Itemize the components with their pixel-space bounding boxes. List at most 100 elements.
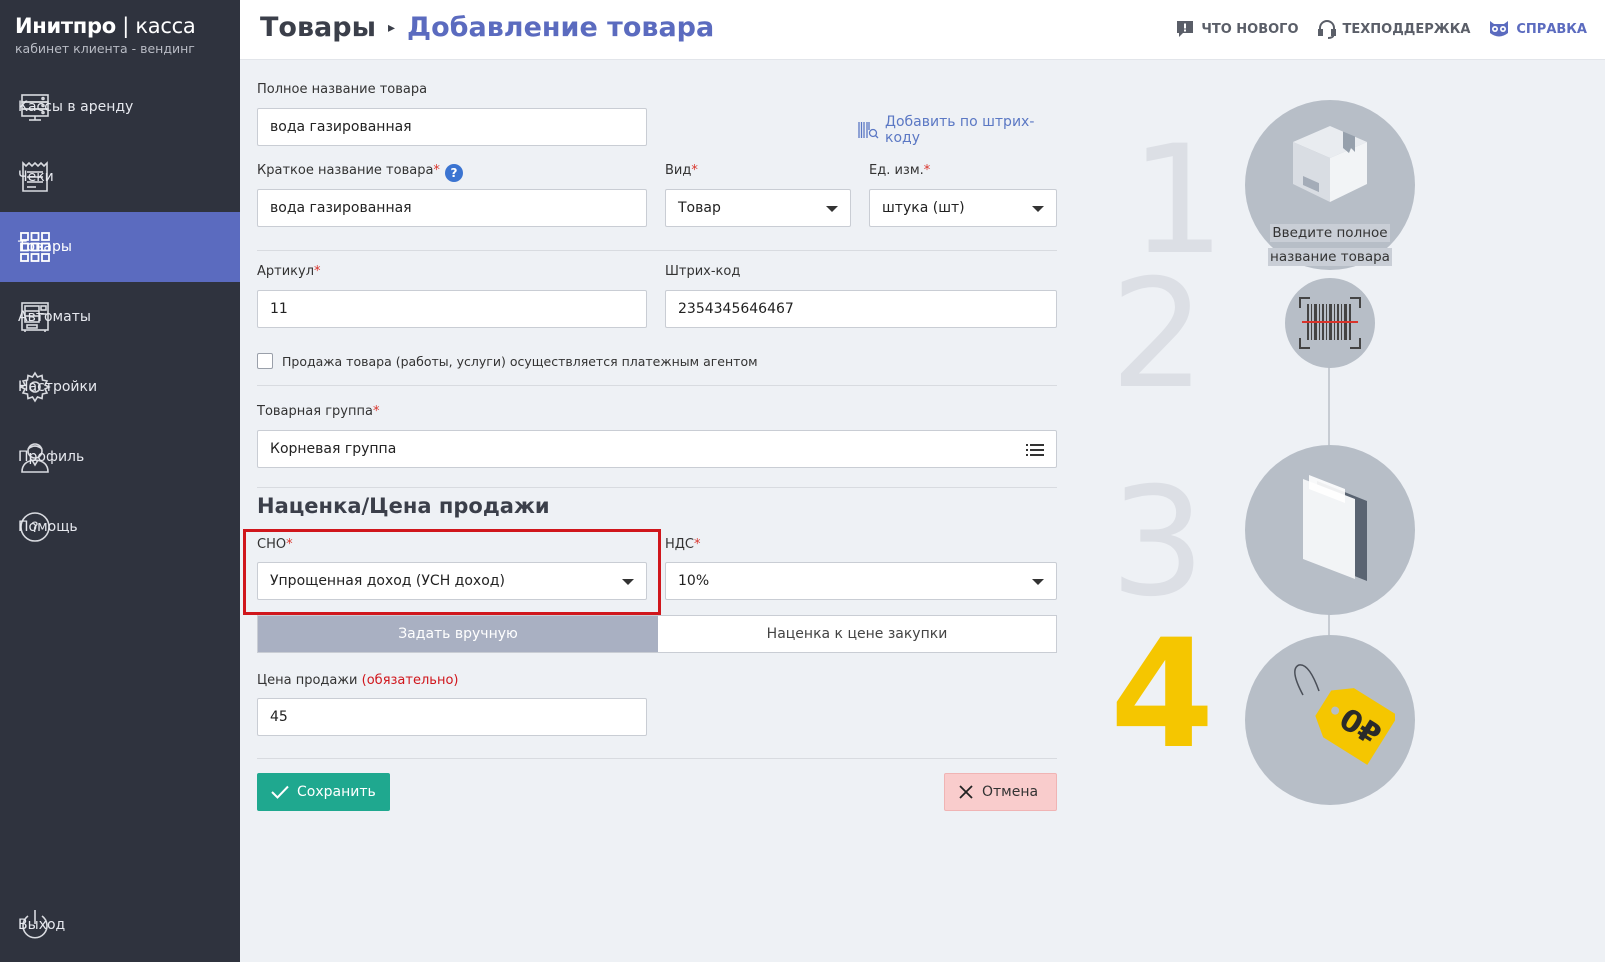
sidebar-item-label: Кассы в аренду [18, 99, 134, 115]
sidebar-item-profile[interactable]: Профиль [0, 422, 240, 492]
whats-new-label: ЧТО НОВОГО [1201, 21, 1299, 37]
sidebar-item-rent[interactable]: Кассы в аренду [0, 72, 240, 142]
whats-new-link[interactable]: ЧТО НОВОГО [1175, 19, 1299, 39]
breadcrumb: Товары ▸ Добавление товара [260, 12, 714, 43]
type-select-value: Товар [678, 200, 721, 216]
mode-markup-option[interactable]: Наценка к цене закупки [658, 616, 1056, 652]
type-select[interactable]: Товар [665, 189, 851, 227]
breadcrumb-separator-icon: ▸ [388, 19, 396, 36]
step1-caption-line2: название товара [1268, 248, 1392, 266]
save-label: Сохранить [297, 784, 376, 800]
sidebar-item-machines[interactable]: Автоматы [0, 282, 240, 352]
steps-illustration: 1 Введите полное название товара 2 3 4 0… [1110, 90, 1420, 820]
logout-button[interactable]: Выход [0, 900, 240, 950]
sidebar-item-label: Настройки [18, 379, 98, 395]
type-label-text: Вид [665, 163, 692, 178]
support-label: ТЕХПОДДЕРЖКА [1342, 21, 1471, 37]
owl-icon [1488, 19, 1510, 39]
price-label: Цена продажи (обязательно) [257, 673, 458, 688]
price-section-title: Наценка/Цена продажи [257, 494, 550, 518]
price-required-note: (обязательно) [361, 673, 459, 688]
sidebar-item-receipts[interactable]: Чеки [0, 142, 240, 212]
sno-label: СНО* [257, 537, 293, 552]
barcode-search-icon [857, 120, 879, 140]
folder-icon [1303, 475, 1367, 581]
logout-label: Выход [18, 917, 66, 933]
brand-subtitle: кабинет клиента - вендинг [15, 41, 195, 56]
price-tag-icon: 0₽ [1294, 664, 1395, 765]
short-name-label-text: Краткое название товара [257, 163, 434, 178]
step1-caption-line1: Введите полное [1270, 224, 1390, 242]
unit-select-value: штука (шт) [882, 200, 965, 216]
sno-label-text: СНО [257, 537, 287, 552]
payment-agent-label: Продажа товара (работы, услуги) осуществ… [282, 354, 758, 369]
payment-agent-checkbox[interactable] [257, 353, 273, 369]
price-input[interactable]: 45 [257, 698, 647, 736]
divider [257, 758, 1057, 759]
add-by-barcode-link[interactable]: Добавить по штрих-коду [857, 114, 1057, 146]
type-label: Вид* [665, 163, 698, 178]
required-mark: * [691, 163, 698, 178]
brand-title: Инитпро [15, 14, 116, 38]
header: Товары ▸ Добавление товара ЧТО НОВОГО ТЕ… [240, 0, 1605, 60]
full-name-label: Полное название товара [257, 82, 428, 97]
required-mark: * [433, 163, 440, 178]
help-tooltip-icon[interactable]: ? [444, 164, 463, 182]
sidebar-item-help[interactable]: ? Помощь [0, 492, 240, 562]
barcode-input[interactable]: 2354345646467 [665, 290, 1057, 328]
price-mode-toggle: Задать вручную Наценка к цене закупки [257, 615, 1057, 653]
brand-separator: | [115, 14, 136, 38]
price-label-text: Цена продажи [257, 673, 358, 688]
required-mark: * [923, 163, 931, 178]
caret-down-icon [826, 206, 838, 212]
article-input[interactable]: 11 [257, 290, 647, 328]
caret-down-icon [622, 579, 634, 585]
comment-icon [1175, 19, 1195, 39]
group-label: Товарная группа* [257, 404, 379, 419]
close-icon [959, 785, 973, 799]
group-selector[interactable]: Корневая группа [257, 430, 1057, 468]
sidebar-item-label: Помощь [18, 519, 78, 535]
unit-select[interactable]: штука (шт) [869, 189, 1057, 227]
top-links: ЧТО НОВОГО ТЕХПОДДЕРЖКА СПРАВКА [1175, 19, 1587, 39]
cancel-label: Отмена [982, 784, 1039, 800]
short-name-input[interactable]: вода газированная [257, 189, 647, 227]
sidebar-item-products[interactable]: Товары [0, 212, 240, 282]
help-label: СПРАВКА [1516, 21, 1587, 37]
step-number: 3 [1110, 456, 1206, 630]
sidebar-item-settings[interactable]: Настройки [0, 352, 240, 422]
step1-caption: Введите полное название товара [1245, 221, 1415, 269]
required-mark: * [314, 264, 321, 279]
headset-icon [1317, 19, 1337, 39]
breadcrumb-root[interactable]: Товары [260, 12, 376, 43]
brand-product: касса [135, 14, 196, 38]
sno-select[interactable]: Упрощенная доход (УСН доход) [257, 562, 647, 600]
barcode-label: Штрих-код [665, 264, 741, 279]
group-label-text: Товарная группа [257, 404, 373, 419]
sidebar: Инитпро | касса кабинет клиента - вендин… [0, 0, 240, 962]
brand[interactable]: Инитпро | касса кабинет клиента - вендин… [15, 14, 196, 56]
brand-name: Инитпро | касса [15, 14, 196, 38]
article-label: Артикул* [257, 264, 321, 279]
required-mark: * [372, 404, 380, 419]
caret-down-icon [1032, 579, 1044, 585]
divider [257, 385, 1057, 386]
full-name-input[interactable]: вода газированная [257, 108, 647, 146]
step2-circle [1285, 278, 1375, 368]
sno-select-value: Упрощенная доход (УСН доход) [270, 573, 505, 589]
barcode-scan-icon [1299, 297, 1361, 349]
vat-select[interactable]: 10% [665, 562, 1057, 600]
step-number: 2 [1110, 248, 1206, 422]
list-icon [1026, 443, 1044, 457]
support-link[interactable]: ТЕХПОДДЕРЖКА [1317, 19, 1471, 39]
help-link[interactable]: СПРАВКА [1488, 19, 1587, 39]
sidebar-item-label: Товары [18, 239, 72, 255]
required-mark: * [694, 537, 701, 552]
mode-manual-option[interactable]: Задать вручную [258, 616, 658, 652]
cancel-button[interactable]: Отмена [944, 773, 1057, 811]
sidebar-item-label: Автоматы [18, 309, 91, 325]
unit-label-text: Ед. изм. [869, 163, 924, 178]
save-button[interactable]: Сохранить [257, 773, 390, 811]
step4-circle: 0₽ [1245, 635, 1415, 805]
group-value: Корневая группа [270, 441, 397, 457]
